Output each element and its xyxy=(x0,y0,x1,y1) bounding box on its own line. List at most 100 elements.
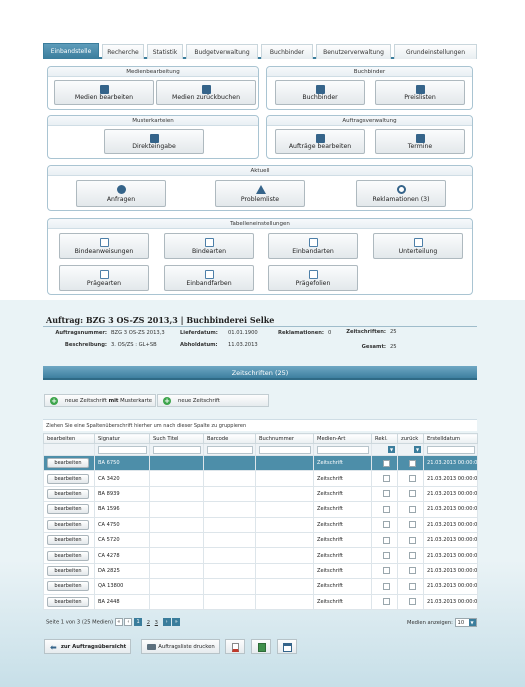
einbandarten-button[interactable]: Einbandarten xyxy=(268,233,358,259)
column-header-buchnummer[interactable]: Buchnummer xyxy=(255,433,314,444)
auftraege-bearbeiten-button[interactable]: Aufträge bearbeiten xyxy=(275,129,365,154)
column-header-bearbeiten[interactable]: bearbeiten xyxy=(43,433,95,444)
tab-statistik[interactable]: Statistik xyxy=(147,44,183,59)
row-edit-button[interactable]: bearbeiten xyxy=(47,535,89,546)
first-page-icon[interactable]: « xyxy=(114,618,123,626)
zurueck-checkbox[interactable] xyxy=(408,521,416,529)
rekl-checkbox[interactable] xyxy=(382,582,390,590)
column-header-erstelldatum[interactable]: Erstelldatum xyxy=(423,433,478,444)
reklamationen-button[interactable]: Reklamationen (3) xyxy=(356,180,446,207)
table-row[interactable]: bearbeiten DA 2825 Zeitschrift 21.03.2013 0… xyxy=(43,562,478,580)
table-row[interactable]: bearbeiten BA 6750 Zeitschrift 21.03.2013 0… xyxy=(43,454,478,472)
export-pdf-button[interactable] xyxy=(225,639,245,654)
zurueck-checkbox[interactable] xyxy=(408,536,416,544)
zurueck-checkbox[interactable] xyxy=(408,567,416,575)
zurueck-checkbox[interactable] xyxy=(408,552,416,560)
zurueck-checkbox[interactable] xyxy=(408,598,416,606)
row-edit-button[interactable]: bearbeiten xyxy=(47,581,89,592)
column-header-signatur[interactable]: Signatur xyxy=(94,433,150,444)
einbandfarben-button[interactable]: Einbandfarben xyxy=(164,265,254,291)
zurueck-checkbox[interactable] xyxy=(408,582,416,590)
medien-bearbeiten-button[interactable]: Medien bearbeiten xyxy=(54,80,154,105)
column-header-such-titel[interactable]: Such Titel xyxy=(149,433,204,444)
table-row[interactable]: bearbeiten BA 1596 Zeitschrift 21.03.2013 0… xyxy=(43,501,478,518)
new-journal-button[interactable]: + neue Zeitschrift xyxy=(157,394,269,407)
row-edit-button[interactable]: bearbeiten xyxy=(47,565,89,576)
zurueck-checkbox[interactable] xyxy=(408,475,416,483)
export-excel-button[interactable] xyxy=(251,639,271,654)
rekl-checkbox[interactable] xyxy=(382,536,390,544)
tab-einbandstelle[interactable]: Einbandstelle xyxy=(43,43,99,59)
signatur-filter-input[interactable] xyxy=(98,445,147,454)
table-row[interactable]: bearbeiten CA 3420 Zeitschrift 21.03.2013 0… xyxy=(43,470,478,487)
bindeanweisungen-button[interactable]: Bindeanweisungen xyxy=(59,233,149,259)
rekl-checkbox[interactable] xyxy=(382,505,390,513)
edit-icon xyxy=(99,85,109,94)
row-edit-button[interactable]: bearbeiten xyxy=(47,519,89,530)
next-page-icon[interactable]: › xyxy=(162,618,171,626)
rekl-checkbox[interactable] xyxy=(382,521,390,529)
tab-grundeinstellungen[interactable]: Grundeinstellungen xyxy=(394,44,477,59)
preislisten-button[interactable]: Preislisten xyxy=(375,80,465,105)
medien-zurueckbuchen-button[interactable]: Medien zurückbuchen xyxy=(156,80,256,105)
page-link-3[interactable]: 3 xyxy=(155,620,158,626)
table-row[interactable]: bearbeiten QA 13800 Zeitschrift 21.03.2013 … xyxy=(43,578,478,595)
back-to-orders-button[interactable]: ⬅ zur Auftragsübersicht xyxy=(44,639,131,654)
export-calendar-button[interactable] xyxy=(277,639,297,654)
erstelldatum-filter-input[interactable] xyxy=(427,445,475,454)
print-order-list-button[interactable]: Auftragsliste drucken xyxy=(141,639,220,654)
table-row[interactable]: bearbeiten CA 4750 Zeitschrift 21.03.2013 0… xyxy=(43,516,478,533)
column-header-barcode[interactable]: Barcode xyxy=(203,433,256,444)
such-titel-filter-input[interactable] xyxy=(153,445,201,454)
praegearten-button[interactable]: Prägearten xyxy=(59,265,149,291)
anfragen-button[interactable]: Anfragen xyxy=(76,180,166,207)
zurueck-filter-dropdown[interactable]: ▼ xyxy=(414,446,421,453)
last-page-icon[interactable]: » xyxy=(172,618,181,626)
grouping-drop-area[interactable]: Ziehen Sie eine Spaltenüberschrift hierh… xyxy=(43,419,477,431)
termine-button[interactable]: Termine xyxy=(375,129,465,154)
row-edit-button[interactable]: bearbeiten xyxy=(47,504,89,515)
unterteilung-button[interactable]: Unterteilung xyxy=(373,233,463,259)
medien-art-filter-input[interactable] xyxy=(317,445,369,454)
rekl-filter-dropdown[interactable]: ▼ xyxy=(388,446,395,453)
buchnummer-filter-input[interactable] xyxy=(259,445,311,454)
table-row[interactable]: bearbeiten BA 2448 Zeitschrift 21.03.2013 0… xyxy=(43,593,478,610)
tab-buchbinder[interactable]: Buchbinder xyxy=(261,44,313,59)
zurueck-checkbox[interactable] xyxy=(408,505,416,513)
problemliste-button[interactable]: Problemliste xyxy=(215,180,305,207)
barcode-filter-input[interactable] xyxy=(207,445,253,454)
zurueck-checkbox[interactable] xyxy=(408,459,416,467)
rekl-checkbox[interactable] xyxy=(382,567,390,575)
column-header-medien-art[interactable]: Medien-Art xyxy=(313,433,372,444)
direkteingabe-button[interactable]: Direkteingabe xyxy=(104,129,204,154)
cell-such-titel xyxy=(149,578,204,595)
rekl-checkbox[interactable] xyxy=(382,598,390,606)
page-link-1[interactable]: 1 xyxy=(134,618,143,626)
prev-page-icon[interactable]: ‹ xyxy=(124,618,133,626)
row-edit-button[interactable]: bearbeiten xyxy=(47,458,89,469)
row-edit-button[interactable]: bearbeiten xyxy=(47,550,89,561)
bindearten-button[interactable]: Bindearten xyxy=(164,233,254,259)
buchbinder-button[interactable]: Buchbinder xyxy=(275,80,365,105)
zurueck-checkbox[interactable] xyxy=(408,490,416,498)
rekl-checkbox[interactable] xyxy=(382,552,390,560)
tab-benutzerverwaltung[interactable]: Benutzerverwaltung xyxy=(316,44,391,59)
page-link-2[interactable]: 2 xyxy=(147,620,150,626)
tab-recherche[interactable]: Recherche xyxy=(102,44,144,59)
praegefolien-button[interactable]: Prägefolien xyxy=(268,265,358,291)
row-edit-button[interactable]: bearbeiten xyxy=(47,488,89,499)
column-header-rekl[interactable]: Rekl. xyxy=(371,433,398,444)
tab-budgetverwaltung[interactable]: Budgetverwaltung xyxy=(186,44,258,59)
column-header-zurueck[interactable]: zurück xyxy=(397,433,424,444)
rekl-checkbox[interactable] xyxy=(382,475,390,483)
page-size-select[interactable]: 10 ▼ xyxy=(454,618,477,627)
table-row[interactable]: bearbeiten CA 5720 Zeitschrift 21.03.2013 0… xyxy=(43,531,478,549)
table-row[interactable]: bearbeiten CA 4278 Zeitschrift 21.03.2013 0… xyxy=(43,547,478,564)
cell-such-titel xyxy=(149,485,204,503)
table-row[interactable]: bearbeiten BA 8939 Zeitschrift 21.03.2013 0… xyxy=(43,485,478,503)
row-edit-button[interactable]: bearbeiten xyxy=(47,596,89,607)
rekl-checkbox[interactable] xyxy=(382,459,390,467)
row-edit-button[interactable]: bearbeiten xyxy=(47,473,89,484)
new-with-template-button[interactable]: + neue Zeitschrift mit Musterkarte xyxy=(44,394,156,407)
rekl-checkbox[interactable] xyxy=(382,490,390,498)
